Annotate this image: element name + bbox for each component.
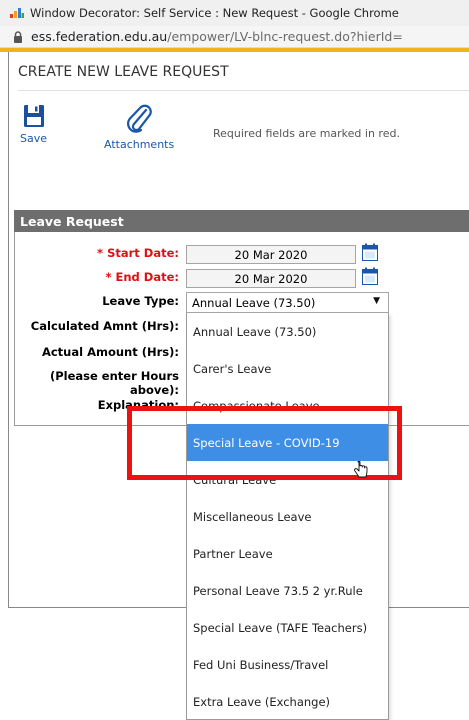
window-title: Window Decorator: Self Service : New Req… [30, 6, 399, 20]
address-bar[interactable]: ess.federation.edu.au/empower/LV-blnc-re… [0, 26, 469, 48]
title-divider [18, 90, 469, 91]
attachments-label: Attachments [104, 138, 175, 151]
window-decorator-icon [10, 8, 24, 18]
url-text[interactable]: ess.federation.edu.au/empower/LV-blnc-re… [31, 29, 403, 44]
save-button[interactable]: Save [20, 104, 47, 145]
attachments-button[interactable]: Attachments [104, 104, 174, 151]
calendar-icon[interactable] [362, 243, 378, 261]
actual-amount-label: Actual Amount (Hrs): [41, 345, 179, 359]
hours-hint-line2: above): [129, 383, 179, 397]
dropdown-option[interactable]: Annual Leave (73.50) [187, 313, 388, 350]
page-title: CREATE NEW LEAVE REQUEST [18, 64, 229, 80]
lock-icon [14, 30, 22, 43]
end-date-field[interactable]: 20 Mar 2020 [186, 269, 356, 288]
chevron-down-icon: ▼ [373, 296, 380, 306]
dropdown-option[interactable]: Partner Leave [187, 535, 388, 572]
start-date-label: * Start Date: [97, 246, 179, 260]
dropdown-option[interactable]: Extra Leave (Exchange) [187, 683, 388, 720]
url-host: ess.federation.edu.au [31, 29, 168, 44]
dropdown-option[interactable]: Fed Uni Business/Travel [187, 646, 388, 683]
calculated-amount-label: Calculated Amnt (Hrs): [30, 319, 179, 333]
leave-type-value: Annual Leave (73.50) [192, 295, 316, 310]
calendar-icon[interactable] [362, 267, 378, 285]
browser-titlebar: Window Decorator: Self Service : New Req… [0, 0, 469, 26]
paperclip-icon [127, 104, 152, 133]
leave-type-select[interactable]: Annual Leave (73.50) ▼ [186, 292, 389, 313]
end-date-label: * End Date: [105, 270, 179, 284]
end-date-label-text: End Date: [115, 270, 179, 284]
required-fields-note: Required fields are marked in red. [213, 127, 400, 140]
hours-hint-line1: (Please enter Hours [49, 369, 179, 383]
hand-pointer-icon [354, 461, 368, 478]
start-date-label-text: Start Date: [107, 246, 179, 260]
leave-type-label: Leave Type: [102, 294, 179, 308]
dropdown-option[interactable]: Personal Leave 73.5 2 yr.Rule [187, 572, 388, 609]
dropdown-option[interactable]: Carer's Leave [187, 350, 388, 387]
required-marker: * [97, 246, 108, 260]
required-marker: * [105, 270, 116, 284]
dropdown-option[interactable]: Miscellaneous Leave [187, 498, 388, 535]
floppy-disk-icon [23, 105, 44, 127]
url-path: /empower/LV-blnc-request.do?hierId= [167, 29, 403, 44]
leave-request-header: Leave Request [14, 210, 469, 232]
dropdown-option[interactable]: Special Leave (TAFE Teachers) [187, 609, 388, 646]
start-date-field[interactable]: 20 Mar 2020 [186, 245, 356, 264]
leave-type-dropdown[interactable]: Annual Leave (73.50) Carer's Leave Compa… [186, 313, 389, 720]
save-label: Save [20, 132, 48, 145]
